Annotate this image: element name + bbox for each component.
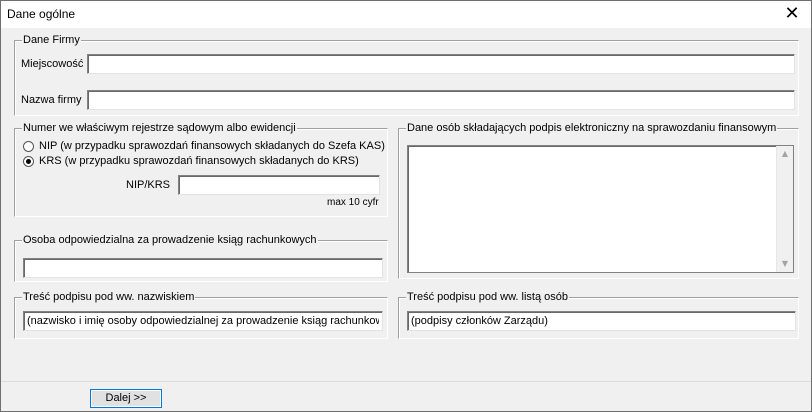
signers-textarea[interactable]: ▲ ▼ [407, 145, 794, 273]
city-input[interactable] [87, 54, 795, 74]
radio-krs-circle[interactable] [23, 155, 34, 167]
signature-name-legend: Treść podpisu pod ww. nazwiskiem [22, 291, 196, 303]
signature-name-group: Treść podpisu pod ww. nazwiskiem [14, 291, 388, 339]
radio-krs-label: KRS (w przypadku sprawozdań finansowych … [39, 155, 359, 167]
bookkeeper-group: Osoba odpowiedzialna za prowadzenie ksią… [14, 234, 388, 282]
nip-krs-hint: max 10 cyfr [327, 197, 379, 208]
radio-nip-circle[interactable] [23, 140, 34, 152]
signers-scrollbar[interactable]: ▲ ▼ [776, 146, 793, 272]
signature-name-input[interactable] [23, 311, 383, 331]
scroll-up-icon[interactable]: ▲ [777, 146, 793, 162]
company-group: Dane Firmy Miejscowość Nazwa firmy [14, 34, 799, 116]
radio-nip-label: NIP (w przypadku sprawozdań finansowych … [39, 140, 385, 152]
nip-krs-input[interactable] [178, 175, 380, 195]
scroll-down-icon[interactable]: ▼ [777, 256, 793, 272]
radio-nip[interactable]: NIP (w przypadku sprawozdań finansowych … [23, 140, 385, 152]
registry-legend: Numer we właściwym rejestrze sądowym alb… [22, 122, 297, 134]
signature-list-legend: Treść podpisu pod ww. listą osób [406, 291, 570, 303]
company-name-label: Nazwa firmy [21, 94, 82, 106]
company-legend: Dane Firmy [22, 34, 81, 46]
window-title: Dane ogólne [7, 7, 76, 21]
next-button[interactable]: Dalej >> [90, 389, 162, 408]
bookkeeper-legend: Osoba odpowiedzialna za prowadzenie ksią… [22, 234, 318, 246]
registry-group: Numer we właściwym rejestrze sądowym alb… [14, 122, 388, 217]
city-label: Miejscowość [21, 58, 84, 70]
title-bar: Dane ogólne ✕ [1, 1, 811, 28]
radio-krs[interactable]: KRS (w przypadku sprawozdań finansowych … [23, 155, 359, 167]
dialog-window: Dane ogólne ✕ Dane Firmy Miejscowość Naz… [0, 0, 812, 412]
footer-divider [1, 381, 811, 382]
close-icon[interactable]: ✕ [773, 1, 811, 28]
company-name-input[interactable] [87, 90, 795, 110]
nip-krs-label: NIP/KRS [126, 179, 171, 191]
signers-group: Dane osób składających podpis elektronic… [398, 122, 799, 279]
signature-list-input[interactable] [407, 311, 796, 331]
signers-legend: Dane osób składających podpis elektronic… [406, 122, 778, 134]
signature-list-group: Treść podpisu pod ww. listą osób [398, 291, 799, 339]
bookkeeper-input[interactable] [23, 258, 383, 278]
